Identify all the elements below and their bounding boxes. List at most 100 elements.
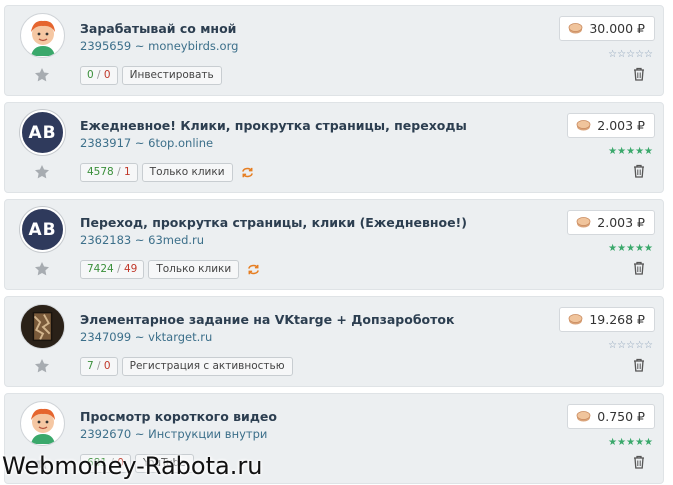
counter-separator: / — [97, 69, 101, 81]
cartoon-boy-icon — [30, 408, 55, 444]
price-badge: 19.268 ₽ — [559, 307, 655, 332]
rating-stars: ★★★★★ — [608, 437, 653, 448]
rating-stars: ★★★★★ — [608, 146, 653, 157]
separator: ~ — [134, 427, 145, 441]
task-id: 2362183 — [80, 233, 132, 247]
task-title[interactable]: Элементарное задание на VKtarge + Допзар… — [80, 312, 454, 327]
task-meta: 7424 / 49 Только клики — [80, 260, 261, 279]
task-source: vktarget.ru — [148, 330, 213, 344]
stats-counter: 4578 / 1 — [80, 163, 138, 182]
watermark: Webmoney-Rabota.ru — [2, 452, 263, 480]
price-badge: 2.003 ₽ — [567, 113, 655, 138]
stars-text: ★★★★★ — [608, 243, 653, 254]
task-subtitle: 2383917 ~ 6top.online — [80, 136, 213, 150]
price-badge: 2.003 ₽ — [567, 210, 655, 235]
task-id: 2383917 — [80, 136, 132, 150]
counter-separator: / — [117, 166, 121, 178]
done-count: 4578 — [87, 166, 114, 178]
coin-icon — [568, 23, 583, 34]
task-card[interactable]: Зарабатывай со мной 2395659 ~ moneybirds… — [4, 5, 664, 96]
task-id: 2347099 — [80, 330, 132, 344]
task-type-tag: Инвестировать — [121, 66, 222, 85]
coin-icon — [568, 314, 583, 325]
price-value: 2.003 ₽ — [597, 118, 645, 133]
trash-icon[interactable] — [633, 261, 645, 275]
stars-text: ★★★★★ — [608, 146, 653, 157]
task-subtitle: 2347099 ~ vktarget.ru — [80, 330, 212, 344]
favorite-star-icon[interactable] — [34, 164, 50, 180]
stats-counter: 0 / 0 — [80, 66, 118, 85]
avatar[interactable] — [20, 304, 65, 349]
task-list: Зарабатывай со мной 2395659 ~ moneybirds… — [4, 5, 664, 485]
trash-icon[interactable] — [633, 164, 645, 178]
task-title[interactable]: Переход, прокрутка страницы, клики (Ежед… — [80, 215, 467, 230]
avatar-initials: AB — [28, 219, 57, 240]
failed-count: 1 — [123, 166, 131, 178]
failed-count: 49 — [123, 263, 138, 275]
done-count: 0 — [87, 69, 94, 81]
favorite-star-icon[interactable] — [34, 261, 50, 277]
repeat-icon — [248, 264, 260, 275]
failed-count: 0 — [103, 360, 111, 372]
done-count: 7424 — [87, 263, 114, 275]
task-type-tag: Только клики — [141, 163, 233, 182]
task-source: 63med.ru — [148, 233, 205, 247]
trash-icon[interactable] — [633, 67, 645, 81]
stats-counter: 7 / 0 — [80, 357, 118, 376]
avatar[interactable]: AB — [20, 207, 65, 252]
task-source: Инструкции внутри — [148, 427, 268, 441]
coin-icon — [576, 411, 591, 422]
avatar[interactable] — [20, 13, 65, 58]
repeat-icon — [241, 167, 253, 178]
task-subtitle: 2392670 ~ Инструкции внутри — [80, 427, 267, 441]
stars-text: ★★★★★ — [608, 437, 653, 448]
favorite-star-icon[interactable] — [34, 67, 50, 83]
favorite-star-icon[interactable] — [34, 358, 50, 374]
done-count: 7 — [87, 360, 94, 372]
task-meta: 0 / 0 Инвестировать — [80, 66, 222, 85]
task-source: 6top.online — [148, 136, 214, 150]
trash-icon[interactable] — [633, 358, 645, 372]
price-value: 30.000 ₽ — [589, 21, 645, 36]
price-value: 19.268 ₽ — [589, 312, 645, 327]
task-title[interactable]: Просмотр короткого видео — [80, 409, 277, 424]
photo-avatar-icon — [21, 305, 64, 348]
task-type-tag: Регистрация с активностью — [121, 357, 293, 376]
stats-counter: 7424 / 49 — [80, 260, 145, 279]
separator: ~ — [134, 233, 145, 247]
task-source: moneybirds.org — [148, 39, 239, 53]
rating-stars: ★★★★★ — [608, 243, 653, 254]
task-title[interactable]: Зарабатывай со мной — [80, 21, 236, 36]
stars-text: ☆☆☆☆☆ — [608, 49, 653, 60]
coin-icon — [576, 217, 591, 228]
task-meta: 7 / 0 Регистрация с активностью — [80, 357, 293, 376]
separator: ~ — [134, 39, 145, 53]
task-subtitle: 2362183 ~ 63med.ru — [80, 233, 204, 247]
separator: ~ — [134, 136, 145, 150]
rating-stars: ☆☆☆☆☆ — [608, 49, 653, 60]
task-card[interactable]: AB Ежедневное! Клики, прокрутка страницы… — [4, 102, 664, 193]
avatar[interactable] — [20, 401, 65, 446]
price-value: 0.750 ₽ — [597, 409, 645, 424]
task-title[interactable]: Ежедневное! Клики, прокрутка страницы, п… — [80, 118, 467, 133]
stars-text: ☆☆☆☆☆ — [608, 340, 653, 351]
counter-separator: / — [97, 360, 101, 372]
task-type-tag: Только клики — [148, 260, 240, 279]
counter-separator: / — [117, 263, 121, 275]
price-badge: 0.750 ₽ — [567, 404, 655, 429]
task-id: 2392670 — [80, 427, 132, 441]
task-id: 2395659 — [80, 39, 132, 53]
cartoon-boy-icon — [30, 20, 55, 56]
task-card[interactable]: AB Переход, прокрутка страницы, клики (Е… — [4, 199, 664, 290]
price-value: 2.003 ₽ — [597, 215, 645, 230]
task-meta: 4578 / 1 Только клики — [80, 163, 255, 182]
avatar[interactable]: AB — [20, 110, 65, 155]
separator: ~ — [134, 330, 145, 344]
task-subtitle: 2395659 ~ moneybirds.org — [80, 39, 238, 53]
failed-count: 0 — [103, 69, 111, 81]
coin-icon — [576, 120, 591, 131]
price-badge: 30.000 ₽ — [559, 16, 655, 41]
trash-icon[interactable] — [633, 455, 645, 469]
rating-stars: ☆☆☆☆☆ — [608, 340, 653, 351]
task-card[interactable]: Элементарное задание на VKtarge + Допзар… — [4, 296, 664, 387]
